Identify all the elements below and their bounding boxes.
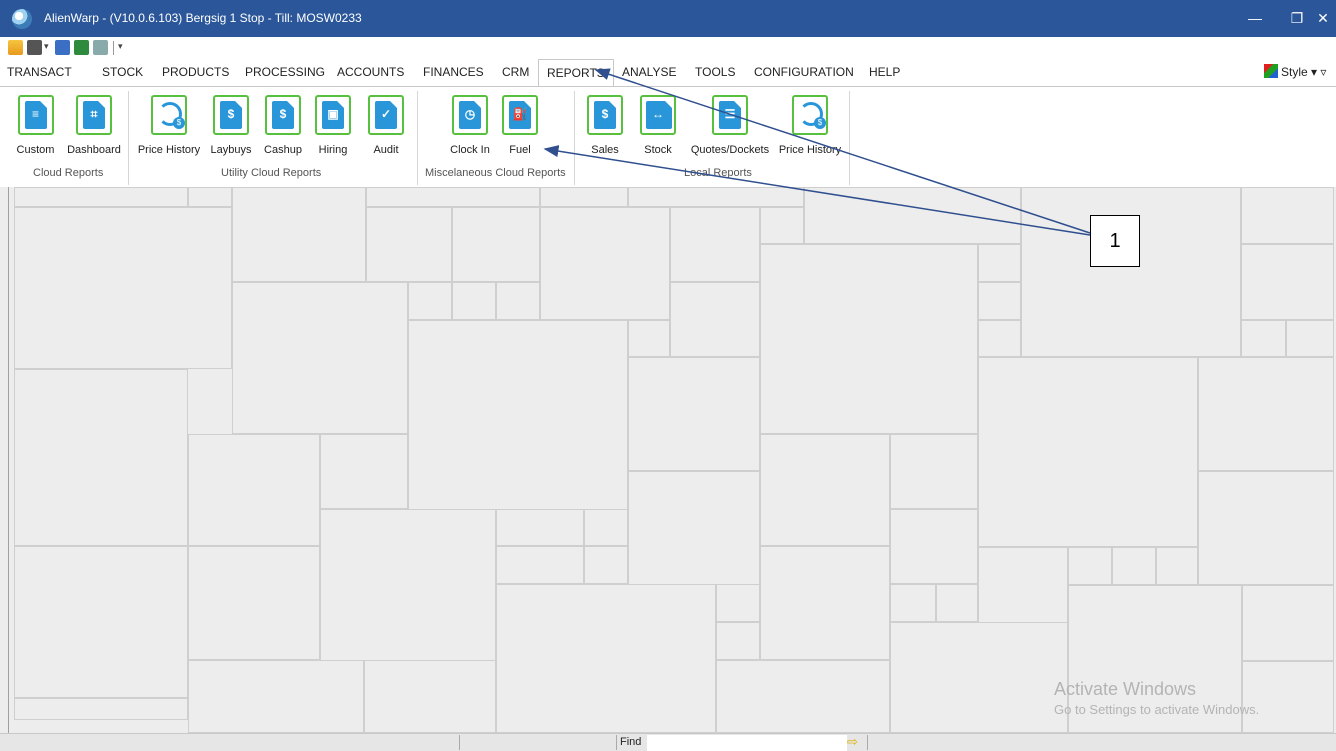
annotation-arrows	[543, 68, 1091, 236]
find-input[interactable]	[647, 735, 847, 751]
status-divider	[867, 735, 868, 750]
annotation-callout: 1	[1090, 215, 1140, 267]
status-divider	[616, 735, 617, 750]
arrow-to-fuel-button	[543, 145, 1091, 236]
status-bar: Find ⇨	[0, 733, 1336, 751]
arrow-to-reports-tab	[594, 68, 1091, 234]
find-label: Find	[620, 736, 642, 748]
status-divider	[459, 735, 460, 750]
find-go-icon[interactable]: ⇨	[847, 734, 858, 750]
